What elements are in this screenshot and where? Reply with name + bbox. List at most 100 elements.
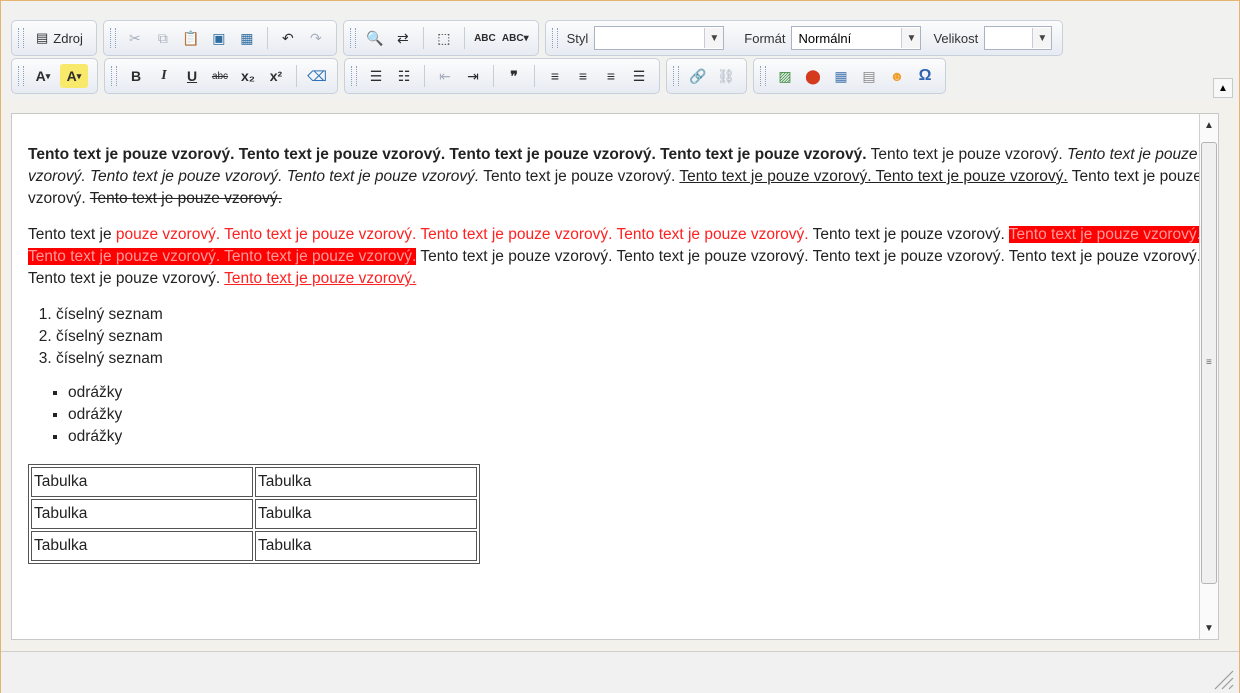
source-button[interactable]: ▤ Zdroj xyxy=(32,26,87,50)
align-left-icon[interactable]: ≡ xyxy=(544,64,566,88)
toolbar-grip[interactable] xyxy=(109,28,116,48)
spellcheck-icon[interactable]: ABC xyxy=(474,26,496,50)
chevron-down-icon[interactable]: ▼ xyxy=(704,28,724,48)
flash-icon[interactable]: ⬤ xyxy=(802,64,824,88)
bold-icon[interactable]: B xyxy=(125,64,147,88)
find-icon[interactable]: 🔍 xyxy=(364,26,386,50)
text-color-icon[interactable]: A ▾ xyxy=(32,64,54,88)
list-item: odrážky xyxy=(68,426,1214,448)
red-text: pouze vzorový. Tento text je pouze vzoro… xyxy=(115,226,809,243)
editor-status-bar xyxy=(1,651,1239,693)
smiley-icon[interactable]: ☻ xyxy=(886,64,908,88)
indent-icon[interactable]: ⇥ xyxy=(462,64,484,88)
subscript-icon[interactable]: x₂ xyxy=(237,64,259,88)
outdent-icon[interactable]: ⇤ xyxy=(434,64,456,88)
paragraph-2: Tento text je pouze vzorový. Tento text … xyxy=(28,224,1214,290)
underlined-text: Tento text je pouze vzorový. Tento text … xyxy=(679,168,1068,185)
editor-content-area[interactable]: Tento text je pouze vzorový. Tento text … xyxy=(11,113,1219,640)
plain-text: Tento text je pouze vzorový. xyxy=(479,168,680,185)
insert-group: ▨ ⬤ ▦ ▤ ☻ Ω xyxy=(753,58,946,94)
align-justify-icon[interactable]: ☰ xyxy=(628,64,650,88)
style-combo: Styl ▼ xyxy=(567,26,725,50)
content-table: Tabulka Tabulka Tabulka Tabulka Tabulka … xyxy=(28,464,480,564)
separator xyxy=(296,65,297,87)
resize-handle-icon[interactable] xyxy=(1209,665,1235,691)
size-select[interactable]: ▼ xyxy=(984,26,1053,50)
copy-icon[interactable]: ⧉ xyxy=(152,26,174,50)
link-group: 🔗 ⛓ xyxy=(666,58,747,94)
list-item: číselný seznam xyxy=(56,326,1214,348)
italic-icon[interactable]: I xyxy=(153,64,175,88)
background-color-icon[interactable]: A ▾ xyxy=(60,64,88,88)
toolbar-grip[interactable] xyxy=(673,66,679,86)
chevron-down-icon[interactable]: ▼ xyxy=(901,28,921,48)
align-right-icon[interactable]: ≡ xyxy=(600,64,622,88)
separator xyxy=(424,65,425,87)
toolbar-grip[interactable] xyxy=(349,28,356,48)
scroll-down-icon[interactable]: ▼ xyxy=(1200,619,1218,637)
separator xyxy=(493,65,494,87)
format-label: Formát xyxy=(744,30,786,46)
scrollbar-thumb[interactable]: ≡ xyxy=(1201,142,1217,584)
table-cell: Tabulka xyxy=(255,467,477,497)
table-row: Tabulka Tabulka xyxy=(31,531,477,561)
red-underlined-text: Tento text je pouze vzorový. xyxy=(224,270,417,287)
toolbar-grip[interactable] xyxy=(351,66,357,86)
chevron-down-icon[interactable]: ▼ xyxy=(1032,28,1052,48)
list-item: odrážky xyxy=(68,404,1214,426)
strikethrough-text: Tento text je pouze vzorový. xyxy=(89,190,282,207)
style-select[interactable]: ▼ xyxy=(594,26,725,50)
resize-grip-icon xyxy=(1214,670,1234,690)
separator xyxy=(463,27,465,49)
table-cell: Tabulka xyxy=(31,467,253,497)
table-cell: Tabulka xyxy=(31,531,253,561)
toolbar-grip[interactable] xyxy=(18,66,24,86)
find-group: 🔍 ⇄ ⬚ ABC ABC ▾ xyxy=(342,20,539,56)
separator xyxy=(534,65,535,87)
select-all-icon[interactable]: ⬚ xyxy=(433,26,455,50)
table-cell: Tabulka xyxy=(31,499,253,529)
bulleted-list-icon[interactable]: ☷ xyxy=(393,64,415,88)
vertical-scrollbar[interactable]: ▲ ≡ ▼ xyxy=(1199,114,1218,639)
strikethrough-icon[interactable]: abc xyxy=(209,64,231,88)
list-item: číselný seznam xyxy=(56,348,1214,370)
remove-format-icon[interactable]: ⌫ xyxy=(306,64,328,88)
format-select[interactable]: Normální ▼ xyxy=(791,26,922,50)
source-group: ▤ Zdroj xyxy=(11,20,97,56)
toolbar-grip[interactable] xyxy=(111,66,117,86)
horizontal-rule-icon[interactable]: ▤ xyxy=(858,64,880,88)
paste-icon[interactable]: 📋 xyxy=(180,26,202,50)
bulleted-list: odrážky odrážky odrážky xyxy=(28,382,1214,448)
list-item: odrážky xyxy=(68,382,1214,404)
replace-icon[interactable]: ⇄ xyxy=(392,26,414,50)
table-row: Tabulka Tabulka xyxy=(31,499,477,529)
toolbar: ▤ Zdroj ✂ ⧉ 📋 ▣ ▦ ↶ ↷ 🔍 ⇄ ⬚ ABC ABC ▾ St… xyxy=(1,1,1239,101)
table-icon[interactable]: ▦ xyxy=(830,64,852,88)
grip-icon: ≡ xyxy=(1206,357,1212,368)
redo-icon[interactable]: ↷ xyxy=(305,26,327,50)
unlink-icon[interactable]: ⛓ xyxy=(715,64,737,88)
cut-icon[interactable]: ✂ xyxy=(124,26,146,50)
underline-icon[interactable]: U xyxy=(181,64,203,88)
scroll-up-icon[interactable]: ▲ xyxy=(1200,116,1218,134)
special-char-icon[interactable]: Ω xyxy=(914,64,936,88)
link-icon[interactable]: 🔗 xyxy=(687,64,709,88)
undo-icon[interactable]: ↶ xyxy=(277,26,299,50)
plain-text: Tento text je pouze vzorový. xyxy=(808,226,1009,243)
toolbar-row-2: A ▾ A ▾ B I U abc x₂ x² ⌫ ☰ ☷ ⇤ ⇥ ❞ ≡ ≡ … xyxy=(11,58,952,94)
collapse-toolbar-button[interactable]: ▲ xyxy=(1213,78,1233,98)
size-combo: Velikost ▼ xyxy=(933,26,1053,50)
image-icon[interactable]: ▨ xyxy=(774,64,796,88)
align-center-icon[interactable]: ≡ xyxy=(572,64,594,88)
paste-text-icon[interactable]: ▣ xyxy=(208,26,230,50)
numbered-list-icon[interactable]: ☰ xyxy=(365,64,387,88)
toolbar-grip[interactable] xyxy=(551,28,558,48)
blockquote-icon[interactable]: ❞ xyxy=(503,64,525,88)
spellcheck-dropdown-icon[interactable]: ABC ▾ xyxy=(502,26,529,50)
superscript-icon[interactable]: x² xyxy=(265,64,287,88)
paste-word-icon[interactable]: ▦ xyxy=(236,26,258,50)
plain-text: Tento text je xyxy=(28,226,116,243)
toolbar-grip[interactable] xyxy=(18,28,24,48)
styles-group: Styl ▼ Formát Normální ▼ Velikost ▼ xyxy=(544,20,1064,56)
toolbar-grip[interactable] xyxy=(760,66,766,86)
